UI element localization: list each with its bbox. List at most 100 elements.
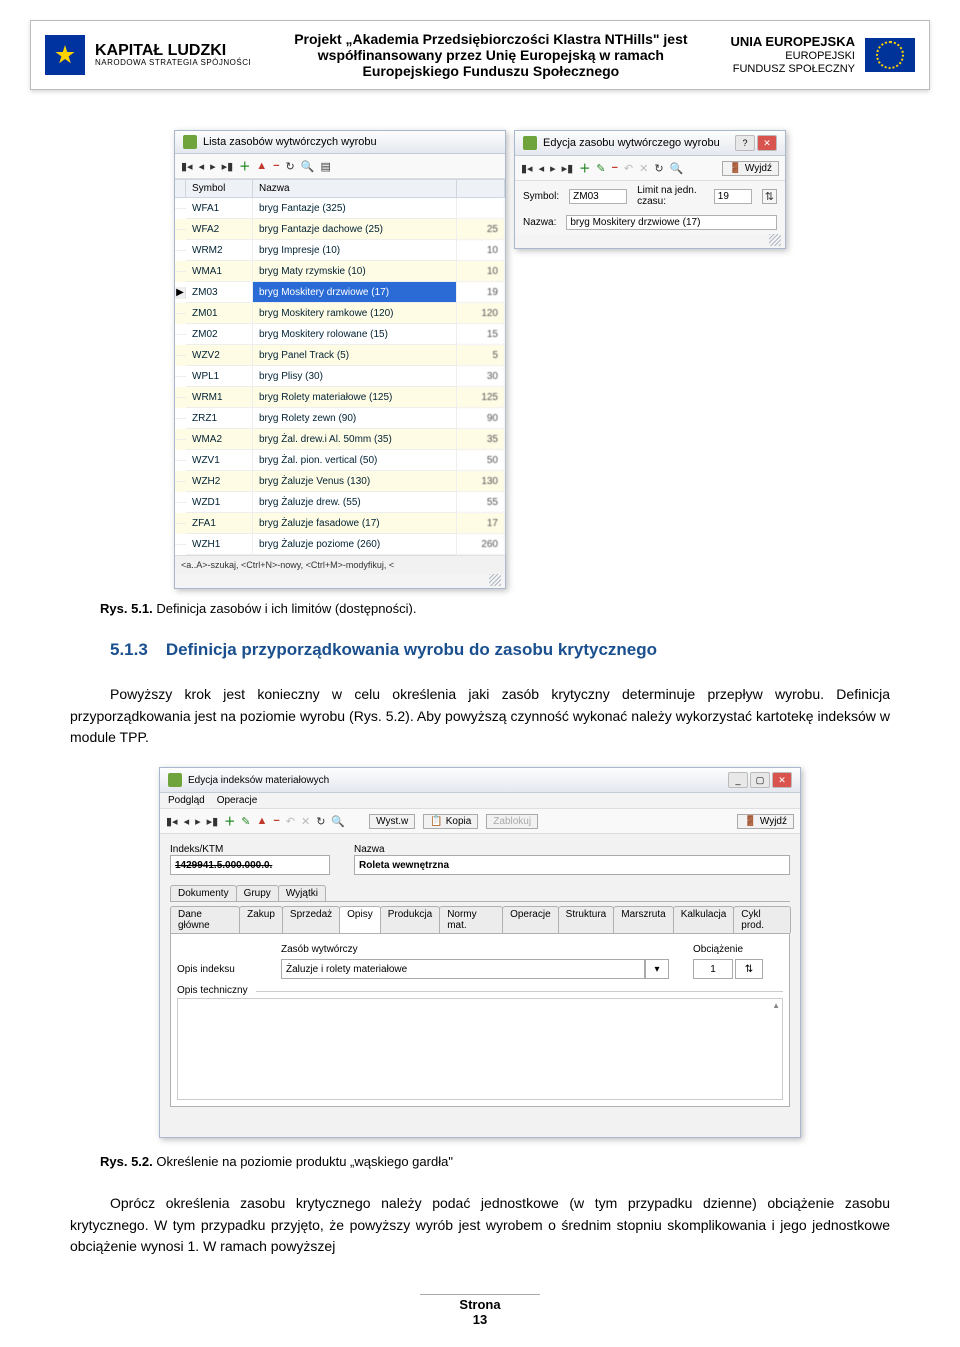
table-row[interactable]: WZV1bryg Żal. pion. vertical (50)50 <box>175 450 505 471</box>
table-row[interactable]: WZH2bryg Żaluzje Venus (130)130 <box>175 471 505 492</box>
add-icon[interactable]: ＋ <box>224 813 235 829</box>
up-arrow-icon[interactable]: ▲ <box>256 815 267 827</box>
text-area[interactable]: ▲ <box>177 998 783 1100</box>
search-icon[interactable]: 🔍 <box>301 160 315 173</box>
edit-icon[interactable]: ✎ <box>596 162 605 175</box>
table-row[interactable]: WZV2bryg Panel Track (5)5 <box>175 345 505 366</box>
table-row[interactable]: WFA1bryg Fantazje (325) <box>175 198 505 219</box>
refresh-icon[interactable]: ↻ <box>316 815 325 828</box>
dropdown-icon[interactable]: ▾ <box>645 959 669 979</box>
table-row[interactable]: ZRZ1bryg Rolety zewn (90)90 <box>175 408 505 429</box>
cell-value <box>457 198 505 219</box>
input-limit[interactable] <box>714 189 752 204</box>
search-icon[interactable]: 🔍 <box>331 815 345 828</box>
tab[interactable]: Zakup <box>239 906 283 933</box>
star-icon <box>55 45 75 65</box>
table-row[interactable]: WFA2bryg Fantazje dachowe (25)25 <box>175 219 505 240</box>
nav-last-icon[interactable]: ▸▮ <box>562 162 574 175</box>
table-row[interactable]: ZM01bryg Moskitery ramkowe (120)120 <box>175 303 505 324</box>
tab[interactable]: Marszruta <box>613 906 673 933</box>
table-row[interactable]: WZH1bryg Żaluzje poziome (260)260 <box>175 534 505 555</box>
undo-icon[interactable]: ↶ <box>286 815 295 828</box>
table-row[interactable]: WMA1bryg Maty rzymskie (10)10 <box>175 261 505 282</box>
table-row[interactable]: WRM2bryg Impresje (10)10 <box>175 240 505 261</box>
tabs-row-1: DokumentyGrupyWyjątki <box>170 885 790 902</box>
remove-icon[interactable]: − <box>273 815 279 827</box>
edit-icon[interactable]: ✎ <box>241 815 250 828</box>
up-arrow-icon[interactable]: ▲ <box>256 160 267 172</box>
table-row[interactable]: ZM02bryg Moskitery rolowane (15)15 <box>175 324 505 345</box>
input-symbol[interactable] <box>569 189 627 204</box>
tab[interactable]: Dane główne <box>170 906 240 933</box>
col-name[interactable]: Nazwa <box>253 180 457 197</box>
kopia-button[interactable]: 📋 Kopia <box>423 814 478 829</box>
table-row[interactable]: WRM1bryg Rolety materiałowe (125)125 <box>175 387 505 408</box>
input-nazwa[interactable] <box>566 215 777 230</box>
nav-first-icon[interactable]: ▮◂ <box>521 162 533 175</box>
nav-prev-icon[interactable]: ◂ <box>539 162 545 175</box>
add-icon[interactable]: ＋ <box>579 160 590 176</box>
tab[interactable]: Kalkulacja <box>673 906 735 933</box>
refresh-icon[interactable]: ↻ <box>654 162 663 175</box>
remove-icon[interactable]: − <box>611 162 617 174</box>
search-icon[interactable]: 🔍 <box>670 162 684 175</box>
close-button[interactable]: ✕ <box>772 772 792 788</box>
nav-first-icon[interactable]: ▮◂ <box>166 815 178 828</box>
col-symbol[interactable]: Symbol <box>186 180 253 197</box>
filter-icon[interactable]: ▤ <box>320 160 330 173</box>
nav-next-icon[interactable]: ▸ <box>210 160 216 173</box>
maximize-button[interactable]: ▢ <box>750 772 770 788</box>
remove-icon[interactable]: − <box>273 160 279 172</box>
tab[interactable]: Produkcja <box>380 906 440 933</box>
exit-button[interactable]: 🚪 Wyjdź <box>722 161 779 176</box>
nav-prev-icon[interactable]: ◂ <box>199 160 205 173</box>
table-row[interactable]: WZD1bryg Żaluzje drew. (55)55 <box>175 492 505 513</box>
nav-last-icon[interactable]: ▸▮ <box>222 160 234 173</box>
exit-button[interactable]: 🚪 Wyjdź <box>737 814 794 829</box>
cell-name: bryg Maty rzymskie (10) <box>253 261 457 282</box>
tab[interactable]: Wyjątki <box>278 885 326 901</box>
table-row[interactable]: WPL1bryg Plisy (30)30 <box>175 366 505 387</box>
cell-value: 10 <box>457 261 505 282</box>
tab[interactable]: Grupy <box>236 885 279 901</box>
zablokuj-label: Zablokuj <box>493 816 531 827</box>
eu-sub1: EUROPEJSKI <box>731 50 855 63</box>
nav-next-icon[interactable]: ▸ <box>550 162 556 175</box>
nav-prev-icon[interactable]: ◂ <box>184 815 190 828</box>
nav-first-icon[interactable]: ▮◂ <box>181 160 193 173</box>
tab[interactable]: Cykl prod. <box>733 906 791 933</box>
menu-operacje[interactable]: Operacje <box>217 795 258 806</box>
resize-grip[interactable] <box>515 234 785 248</box>
field-indeks[interactable]: 1429941.5.000.000.0. <box>170 855 330 875</box>
field-nazwa[interactable]: Roleta wewnętrzna <box>354 855 790 875</box>
add-icon[interactable]: ＋ <box>239 158 250 174</box>
tab[interactable]: Operacje <box>502 906 559 933</box>
help-button[interactable]: ? <box>735 135 755 151</box>
menu-podglad[interactable]: Podgląd <box>168 795 205 806</box>
wyst-button[interactable]: Wyst.w <box>369 814 415 829</box>
cancel-icon[interactable]: ✕ <box>639 162 648 175</box>
stepper-icon[interactable]: ⇅ <box>762 189 777 204</box>
close-button[interactable]: ✕ <box>757 135 777 151</box>
refresh-icon[interactable]: ↻ <box>286 160 295 173</box>
cancel-icon[interactable]: ✕ <box>301 815 310 828</box>
tab[interactable]: Sprzedaż <box>282 906 340 933</box>
table-row[interactable]: ZFA1bryg Żaluzje fasadowe (17)17 <box>175 513 505 534</box>
nav-next-icon[interactable]: ▸ <box>195 815 201 828</box>
tab[interactable]: Opisy <box>339 906 381 933</box>
tab[interactable]: Normy mat. <box>439 906 503 933</box>
undo-icon[interactable]: ↶ <box>624 162 633 175</box>
resize-grip[interactable] <box>175 574 505 588</box>
col-value[interactable] <box>457 180 505 197</box>
table-row[interactable]: ▶ZM03bryg Moskitery drzwiowe (17)19 <box>175 282 505 303</box>
field-obc[interactable]: 1 <box>693 959 733 979</box>
field-zasob[interactable]: Żaluzje i rolety materiałowe <box>281 959 645 979</box>
zablokuj-button[interactable]: Zablokuj <box>486 814 538 829</box>
stepper-icon[interactable]: ⇅ <box>735 959 763 979</box>
scroll-up-icon[interactable]: ▲ <box>772 1001 780 1010</box>
minimize-button[interactable]: _ <box>728 772 748 788</box>
tab[interactable]: Dokumenty <box>170 885 237 901</box>
tab[interactable]: Struktura <box>558 906 615 933</box>
table-row[interactable]: WMA2bryg Żal. drew.i Al. 50mm (35)35 <box>175 429 505 450</box>
nav-last-icon[interactable]: ▸▮ <box>207 815 219 828</box>
